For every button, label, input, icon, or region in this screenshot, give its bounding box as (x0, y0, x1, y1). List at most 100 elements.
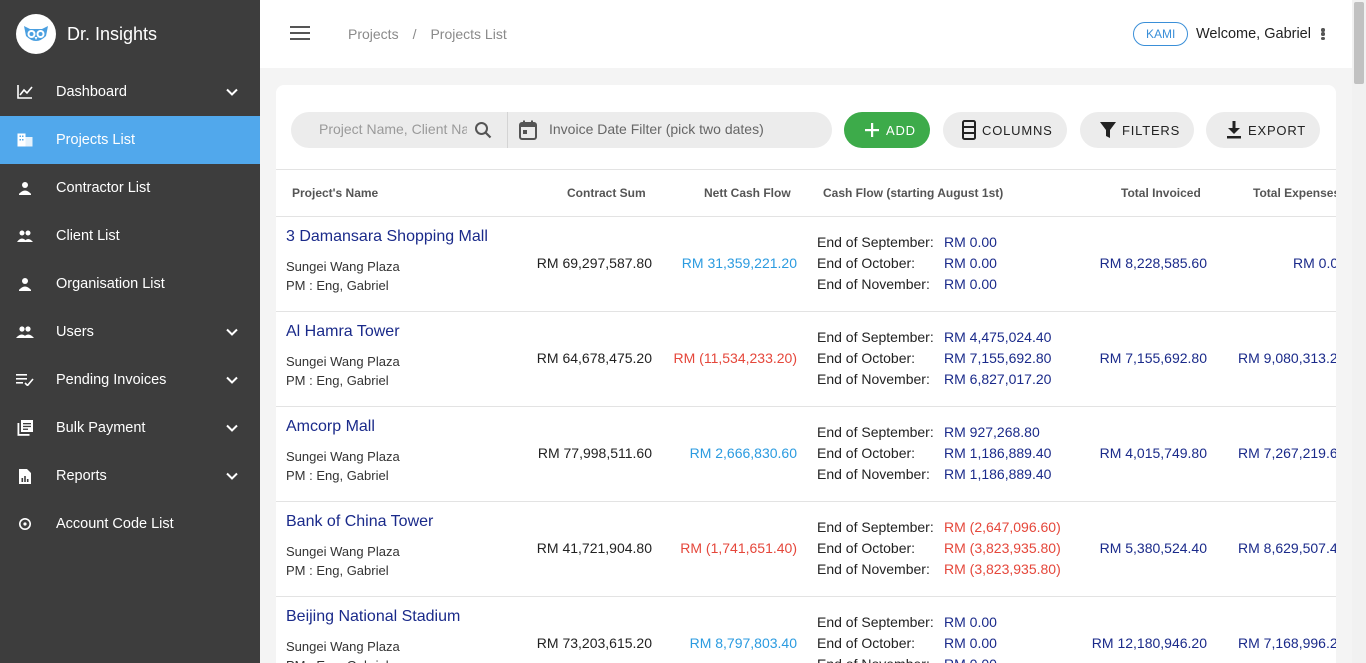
cashflow-value: RM 7,155,692.80 (944, 350, 1052, 366)
invoice-date-filter[interactable]: Invoice Date Filter (pick two dates) (549, 121, 764, 137)
person-icon (16, 275, 34, 293)
projects-card: Invoice Date Filter (pick two dates) ADD… (276, 85, 1336, 663)
cashflow-period-label: End of October: (817, 445, 916, 461)
col-total-invoiced[interactable]: Total Invoiced (1121, 186, 1201, 200)
breadcrumb-projects[interactable]: Projects (348, 26, 399, 42)
welcome-text: Welcome, Gabriel (1196, 26, 1311, 42)
toolbar: Invoice Date Filter (pick two dates) ADD… (276, 85, 1336, 169)
contract-sum: RM 69,297,587.80 (536, 255, 652, 271)
chevron-down-icon[interactable] (224, 324, 240, 340)
cashflow-period-label: End of September: (817, 329, 934, 345)
page-scrollbar[interactable] (1352, 0, 1366, 663)
total-expenses: RM 8,629,507.40 (1238, 540, 1336, 556)
col-nett-cash-flow[interactable]: Nett Cash Flow (704, 186, 791, 200)
sidebar-item-bulk-payment[interactable]: Bulk Payment (0, 404, 260, 452)
sidebar: Dr. Insights Dashboard Projects List Contr… (0, 0, 260, 663)
table-row[interactable]: Amcorp Mall Sungei Wang Plaza PM : Eng, Ga… (276, 407, 1336, 502)
search-input[interactable] (319, 121, 467, 137)
total-expenses: RM 0.00 (1293, 255, 1336, 271)
add-button-label: ADD (886, 122, 916, 138)
search-icon[interactable] (474, 121, 492, 144)
sidebar-item-users[interactable]: Users (0, 308, 260, 356)
cashflow-period-label: End of November: (817, 371, 930, 387)
more-vert-icon[interactable] (1318, 26, 1328, 42)
total-invoiced: RM 7,155,692.80 (1099, 350, 1207, 366)
sidebar-item-reports[interactable]: Reports (0, 452, 260, 500)
contract-sum: RM 64,678,475.20 (536, 350, 652, 366)
table-header: Project's Name Contract Sum Nett Cash Fl… (276, 169, 1336, 217)
sidebar-item-organisation-list[interactable]: Organisation List (0, 260, 260, 308)
project-client: Sungei Wang Plaza (286, 354, 400, 369)
total-invoiced: RM 4,015,749.80 (1099, 445, 1207, 461)
col-project-name[interactable]: Project's Name (292, 186, 378, 200)
cashflow-value: RM (3,823,935.80) (944, 540, 1061, 556)
nett-cash-flow: RM 31,359,221.20 (681, 255, 797, 271)
cashflow-value: RM 1,186,889.40 (944, 466, 1052, 482)
cashflow-value: RM 6,827,017.20 (944, 371, 1052, 387)
cashflow-period-label: End of November: (817, 276, 930, 292)
sidebar-item-account-code-list[interactable]: Account Code List (0, 500, 260, 548)
sidebar-item-label: Account Code List (56, 516, 174, 532)
project-name-link[interactable]: Beijing National Stadium (286, 608, 460, 626)
table-row[interactable]: Beijing National Stadium Sungei Wang Plaz… (276, 597, 1336, 663)
table-row[interactable]: Bank of China Tower Sungei Wang Plaza PM :… (276, 502, 1336, 597)
cashflow-period-label: End of October: (817, 350, 916, 366)
sidebar-item-contractor-list[interactable]: Contractor List (0, 164, 260, 212)
nett-cash-flow: RM (11,534,233.20) (673, 350, 797, 366)
export-button[interactable]: EXPORT (1206, 112, 1320, 148)
hamburger-menu-icon[interactable] (290, 26, 310, 42)
download-icon (1226, 121, 1242, 139)
cashflow-period-label: End of September: (817, 424, 934, 440)
filters-button[interactable]: FILTERS (1080, 112, 1194, 148)
project-client: Sungei Wang Plaza (286, 259, 400, 274)
project-client: Sungei Wang Plaza (286, 544, 400, 559)
calendar-icon[interactable] (519, 120, 537, 145)
chevron-down-icon[interactable] (224, 420, 240, 436)
col-total-expenses[interactable]: Total Expenses (1253, 186, 1336, 200)
columns-button-label: COLUMNS (982, 122, 1053, 138)
sidebar-item-label: Users (56, 324, 94, 340)
sidebar-item-dashboard[interactable]: Dashboard (0, 68, 260, 116)
sidebar-item-client-list[interactable]: Client List (0, 212, 260, 260)
table-row[interactable]: Al Hamra Tower Sungei Wang Plaza PM : Eng,… (276, 312, 1336, 407)
chevron-down-icon[interactable] (224, 468, 240, 484)
cashflow-value: RM 0.00 (944, 656, 997, 663)
group-icon (16, 323, 34, 341)
kami-badge[interactable]: KAMI (1133, 22, 1189, 46)
col-contract-sum[interactable]: Contract Sum (567, 186, 646, 200)
sidebar-item-label: Organisation List (56, 276, 165, 292)
scrollbar-thumb[interactable] (1354, 2, 1364, 84)
sidebar-item-label: Contractor List (56, 180, 151, 196)
sidebar-item-label: Bulk Payment (56, 420, 146, 436)
cashflow-period-label: End of November: (817, 466, 930, 482)
cashflow-period-label: End of September: (817, 614, 934, 630)
project-pm: PM : Eng, Gabriel (286, 658, 389, 663)
cashflow-value: RM 927,268.80 (944, 424, 1040, 440)
nett-cash-flow: RM 8,797,803.40 (689, 635, 797, 651)
project-name-link[interactable]: Bank of China Tower (286, 513, 433, 531)
chevron-down-icon[interactable] (224, 84, 240, 100)
chevron-down-icon[interactable] (224, 372, 240, 388)
cashflow-period-label: End of October: (817, 635, 916, 651)
brand: Dr. Insights (0, 0, 260, 68)
settings-circle-icon (16, 515, 34, 533)
project-name-link[interactable]: Amcorp Mall (286, 418, 375, 436)
cashflow-value: RM 0.00 (944, 635, 997, 651)
columns-button[interactable]: COLUMNS (943, 112, 1067, 148)
total-expenses: RM 7,168,996.20 (1238, 635, 1336, 651)
export-button-label: EXPORT (1248, 122, 1307, 138)
sidebar-item-projects-list[interactable]: Projects List (0, 116, 260, 164)
cashflow-period-label: End of November: (817, 656, 930, 663)
cashflow-period-label: End of October: (817, 540, 916, 556)
project-name-link[interactable]: Al Hamra Tower (286, 323, 400, 341)
add-button[interactable]: ADD (844, 112, 930, 148)
sidebar-item-label: Reports (56, 468, 107, 484)
col-cash-flow[interactable]: Cash Flow (starting August 1st) (823, 186, 1003, 200)
cashflow-period-label: End of November: (817, 561, 930, 577)
library-books-icon (16, 419, 34, 437)
cashflow-value: RM 0.00 (944, 276, 997, 292)
table-row[interactable]: 3 Damansara Shopping Mall Sungei Wang Pla… (276, 217, 1336, 312)
project-name-link[interactable]: 3 Damansara Shopping Mall (286, 228, 488, 246)
sidebar-item-pending-invoices[interactable]: Pending Invoices (0, 356, 260, 404)
contract-sum: RM 41,721,904.80 (536, 540, 652, 556)
